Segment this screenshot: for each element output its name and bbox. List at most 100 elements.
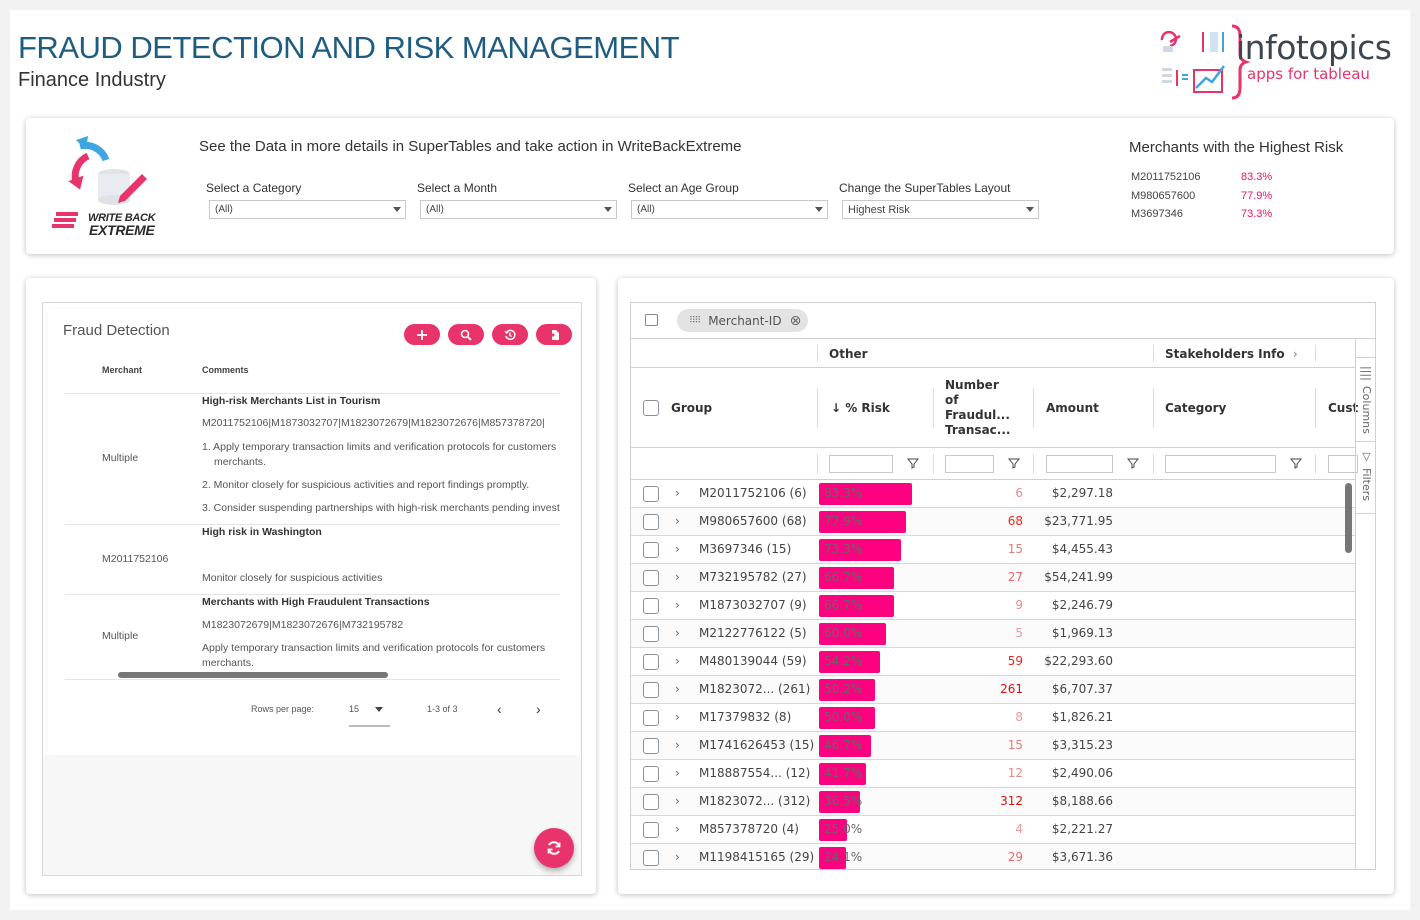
category-filter-input[interactable] [1165, 455, 1276, 473]
row-checkbox[interactable] [643, 654, 659, 670]
table-row[interactable]: › M2011752106 (6) 83.3% 6 $2,297.18 [631, 480, 1355, 508]
expand-chevron-icon[interactable]: › [675, 738, 680, 752]
fraud-count-filter-input[interactable] [945, 455, 994, 473]
next-page-button[interactable]: › [536, 701, 541, 717]
row-checkbox[interactable] [643, 710, 659, 726]
comments-column-header[interactable]: Comments [202, 365, 249, 375]
expand-chevron-icon[interactable]: › [675, 598, 680, 612]
expand-chevron-icon[interactable]: › [675, 542, 680, 556]
table-row[interactable]: › M17379832 (8) 50.0% 8 $1,826.21 [631, 704, 1355, 732]
table-row[interactable]: › M1198415165 (29) 24.1% 29 $3,671.36 [631, 844, 1355, 869]
expand-chevron-icon[interactable]: › [675, 626, 680, 640]
column-group-header-row: Other Stakeholders Info › [631, 339, 1355, 368]
table-row[interactable]: › M3697346 (15) 73.3% 15 $4,455.43 [631, 536, 1355, 564]
prev-page-button[interactable]: ‹ [497, 701, 502, 717]
table-row[interactable]: › M2122776122 (5) 60.0% 5 $1,969.13 [631, 620, 1355, 648]
history-button[interactable] [492, 324, 528, 345]
month-dropdown[interactable]: (All) [420, 200, 617, 219]
vertical-scrollbar[interactable] [1345, 483, 1352, 553]
column-header-amount[interactable]: Amount [1046, 401, 1099, 415]
column-header-customer[interactable]: Cust [1328, 401, 1358, 415]
column-divider [933, 454, 934, 474]
expand-chevron-icon[interactable]: › [675, 682, 680, 696]
chevron-left-icon: ‹ [497, 701, 502, 717]
table-row[interactable]: › M480139044 (59) 54.2% 59 $22,293.60 [631, 648, 1355, 676]
column-divider [817, 454, 818, 474]
group-chip-merchant-id[interactable]: ⠿⠿ Merchant-ID ⊗ [677, 309, 808, 332]
table-row[interactable]: › M18887554... (12) 41.7% 12 $2,490.06 [631, 760, 1355, 788]
column-filter-row [631, 448, 1358, 480]
wbe-logo-line2: EXTREME [89, 222, 155, 238]
row-checkbox[interactable] [643, 514, 659, 530]
remove-chip-icon[interactable]: ⊗ [790, 313, 802, 329]
filter-icon[interactable] [907, 457, 919, 469]
row-checkbox[interactable] [643, 570, 659, 586]
highest-risk-item[interactable]: M980657600 77.9% [1131, 190, 1272, 209]
merchant-column-header[interactable]: Merchant [102, 365, 142, 375]
row-checkbox[interactable] [643, 682, 659, 698]
refresh-button[interactable] [534, 828, 574, 868]
row-checkbox[interactable] [643, 822, 659, 838]
row-checkbox[interactable] [643, 626, 659, 642]
row-divider [65, 679, 560, 680]
table-row[interactable]: › M732195782 (27) 66.7% 27 $54,241.99 [631, 564, 1355, 592]
row-checkbox[interactable] [643, 542, 659, 558]
table-row[interactable]: › M1823072... (261) 50.2% 261 $6,707.37 [631, 676, 1355, 704]
customer-filter-input[interactable] [1328, 455, 1358, 473]
expand-chevron-icon[interactable]: › [675, 850, 680, 864]
row-checkbox[interactable] [643, 486, 659, 502]
column-header-fraud-count[interactable]: Number of Fraudul... Transac... [945, 378, 1010, 438]
filters-tab[interactable]: ▽ Filters [1356, 442, 1375, 514]
row-checkbox[interactable] [643, 794, 659, 810]
category-dropdown[interactable]: (All) [209, 200, 406, 219]
table-row[interactable]: › M980657600 (68) 77.9% 68 $23,771.95 [631, 508, 1355, 536]
table-row[interactable]: › M1823072... (312) 36.5% 312 $8,188.66 [631, 788, 1355, 816]
select-all-checkbox[interactable] [643, 400, 659, 416]
highest-risk-item[interactable]: M2011752106 83.3% [1131, 171, 1272, 190]
expand-chevron-icon[interactable]: › [675, 570, 680, 584]
search-button[interactable] [448, 324, 484, 345]
header-line: Transac... [945, 423, 1011, 437]
table-row[interactable]: › M857378720 (4) 25.0% 4 $2,221.27 [631, 816, 1355, 844]
drag-handle-icon[interactable]: ⠿⠿ [689, 316, 701, 326]
filter-icon[interactable] [1127, 457, 1139, 469]
add-icon [417, 329, 427, 340]
category-filter-label: Select a Category [206, 181, 302, 195]
amount-filter-input[interactable] [1046, 455, 1113, 473]
column-header-category[interactable]: Category [1165, 401, 1226, 415]
highest-risk-item[interactable]: M3697346 73.3% [1131, 208, 1272, 227]
expand-chevron-icon[interactable]: › [675, 514, 680, 528]
row-checkbox[interactable] [643, 598, 659, 614]
filter-icon[interactable] [1008, 457, 1020, 469]
row-checkbox[interactable] [643, 738, 659, 754]
export-button[interactable] [536, 324, 572, 345]
group-header-stakeholders[interactable]: Stakeholders Info › [1165, 347, 1298, 361]
add-button[interactable] [404, 324, 440, 345]
horizontal-scrollbar[interactable] [118, 672, 388, 678]
table-row[interactable]: › M1741626453 (15) 46.7% 15 $3,315.23 [631, 732, 1355, 760]
brand-tagline: apps for tableau [1247, 65, 1370, 83]
expand-chevron-icon[interactable]: › [675, 654, 680, 668]
fraud-count-cell: 312 [1000, 794, 1023, 808]
columns-tab[interactable]: |||| Columns [1356, 357, 1375, 442]
expand-chevron-icon[interactable]: › [675, 822, 680, 836]
expand-chevron-icon[interactable]: › [675, 710, 680, 724]
layout-dropdown[interactable]: Highest Risk [842, 200, 1039, 219]
expand-chevron-icon[interactable]: › [675, 794, 680, 808]
rows-per-page-select[interactable]: 15 [349, 704, 383, 714]
expand-chevron-icon[interactable]: › [675, 486, 680, 500]
group-header-stakeholders-label: Stakeholders Info [1165, 347, 1285, 361]
table-icon[interactable] [645, 314, 658, 326]
group-cell: M1198415165 (29) [699, 850, 815, 864]
column-header-risk[interactable]: ↓ % Risk [831, 401, 890, 415]
table-row[interactable]: › M1873032707 (9) 66.7% 9 $2,246.79 [631, 592, 1355, 620]
age-group-dropdown[interactable]: (All) [631, 200, 828, 219]
row-checkbox[interactable] [643, 850, 659, 866]
risk-filter-input[interactable] [829, 455, 893, 473]
row-checkbox[interactable] [643, 766, 659, 782]
column-header-group[interactable]: Group [671, 401, 712, 415]
grouping-toolbar: ⠿⠿ Merchant-ID ⊗ [631, 303, 1375, 339]
filter-icon[interactable] [1290, 457, 1302, 469]
expand-chevron-icon[interactable]: › [675, 766, 680, 780]
fraud-count-cell: 4 [1015, 822, 1023, 836]
